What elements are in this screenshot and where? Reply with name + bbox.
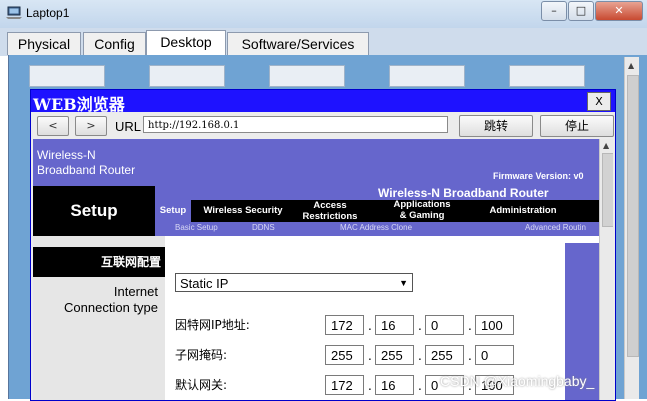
nav-access-restrictions[interactable]: Access Restrictions	[295, 200, 365, 222]
browser-toolbar: < > URL http://192.168.0.1 跳转 停止	[31, 112, 615, 138]
default-gateway-label: 默认网关:	[175, 378, 228, 392]
ip-octet-1[interactable]: 172	[325, 315, 364, 335]
desktop-app-icon[interactable]	[29, 65, 105, 87]
browser-viewport: Wireless-N Broadband Router Firmware Ver…	[33, 139, 613, 400]
page-scrollbar[interactable]: ▲	[599, 139, 613, 400]
ip-octet-2[interactable]: 16	[375, 315, 414, 335]
nav-apps-line-1: Applications	[393, 199, 451, 210]
section-title: 互联网配置	[100, 255, 161, 269]
go-button[interactable]: 跳转	[459, 115, 533, 137]
scroll-thumb[interactable]	[627, 75, 639, 357]
firmware-version: Firmware Version: v0	[493, 171, 584, 181]
close-window-button[interactable]: ✕	[595, 1, 643, 21]
nav-access-line-1: Access	[313, 200, 347, 211]
url-label: URL	[115, 119, 142, 134]
subnav-basic-setup[interactable]: Basic Setup	[175, 223, 218, 232]
mask-octet-1[interactable]: 255	[325, 345, 364, 365]
sub-nav: Basic Setup DDNS MAC Address Clone Advan…	[155, 222, 599, 236]
scroll-up-icon[interactable]: ▲	[628, 61, 634, 70]
laptop-icon	[6, 6, 22, 19]
stop-button[interactable]: 停止	[540, 115, 614, 137]
ip-octet-4[interactable]: 100	[475, 315, 514, 335]
section-header: 互联网配置	[33, 247, 165, 277]
tab-desktop[interactable]: Desktop	[146, 30, 226, 56]
desktop-app-icon[interactable]	[509, 65, 585, 87]
browser-title-bar: WEB浏览器 X	[31, 90, 615, 114]
nav-setup[interactable]: Setup	[155, 200, 191, 222]
forward-button[interactable]: >	[75, 116, 107, 136]
nav-apps-line-2: & Gaming	[399, 210, 445, 221]
mask-octet-2[interactable]: 255	[375, 345, 414, 365]
connection-type-label-1: Internet	[113, 284, 158, 299]
chevron-down-icon: ▼	[399, 278, 408, 288]
connection-type-label-2: Connection type	[64, 300, 158, 315]
maximize-button[interactable]: □	[568, 1, 594, 21]
mask-octet-4[interactable]: 0	[475, 345, 514, 365]
desktop-app-icon[interactable]	[149, 65, 225, 87]
subnav-mac-clone[interactable]: MAC Address Clone	[340, 223, 412, 232]
tab-physical[interactable]: Physical	[7, 32, 81, 55]
device-tabs: Physical Config Desktop Software/Service…	[0, 28, 647, 56]
subnav-advanced-routing[interactable]: Advanced Routin	[525, 223, 586, 232]
tab-software-services[interactable]: Software/Services	[227, 32, 369, 55]
connection-type-value: Static IP	[180, 276, 229, 291]
model-name: Wireless-N Broadband Router	[378, 186, 549, 200]
connection-type-select[interactable]: Static IP ▼	[175, 273, 413, 292]
gateway-octet-1[interactable]: 172	[325, 375, 364, 395]
window-title: Laptop1	[26, 6, 70, 20]
watermark: CSDN @Xiaomingbaby_	[440, 373, 595, 389]
back-button[interactable]: <	[37, 116, 69, 136]
minimize-button[interactable]: –	[541, 1, 567, 21]
desktop-scrollbar[interactable]: ▲	[624, 57, 639, 399]
brand-line-1: Wireless-N	[37, 148, 96, 162]
model-bar: Wireless-N Broadband Router W	[155, 186, 599, 200]
ip-address-label: 因特网IP地址:	[175, 318, 250, 332]
router-header: Wireless-N Broadband Router Firmware Ver…	[33, 139, 599, 186]
page-scroll-thumb[interactable]	[602, 153, 613, 227]
nav-wireless-security[interactable]: Wireless Security	[193, 205, 293, 216]
subnav-ddns[interactable]: DDNS	[252, 223, 275, 232]
web-browser-window: WEB浏览器 X < > URL http://192.168.0.1 跳转 停…	[30, 89, 616, 401]
url-input[interactable]: http://192.168.0.1	[143, 116, 448, 133]
mask-octet-3[interactable]: 255	[425, 345, 464, 365]
ip-octet-3[interactable]: 0	[425, 315, 464, 335]
nav-access-line-2: Restrictions	[302, 211, 358, 222]
page-title: Setup	[70, 201, 118, 220]
window-title-bar: Laptop1 – □ ✕	[0, 0, 647, 28]
tab-config[interactable]: Config	[83, 32, 146, 55]
nav-administration[interactable]: Administration	[473, 205, 573, 216]
connection-type-label: Internet Connection type	[33, 284, 158, 316]
brand-line-2: Broadband Router	[37, 163, 136, 177]
desktop-app-icon[interactable]	[269, 65, 345, 87]
gateway-octet-2[interactable]: 16	[375, 375, 414, 395]
desktop-app-icon[interactable]	[389, 65, 465, 87]
nav-applications-gaming[interactable]: Applications & Gaming	[381, 199, 463, 221]
page-scroll-up-icon[interactable]: ▲	[603, 141, 609, 150]
subnet-mask-label: 子网掩码:	[175, 348, 228, 362]
browser-close-button[interactable]: X	[587, 92, 611, 111]
